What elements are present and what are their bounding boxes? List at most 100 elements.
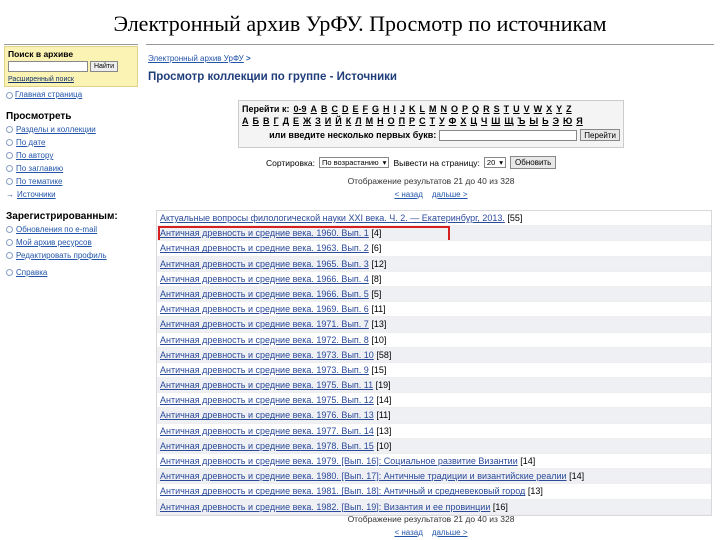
sidebar-item-browse[interactable]: По дате — [6, 138, 138, 147]
letter-link[interactable]: Э — [553, 115, 559, 127]
letter-link[interactable]: В — [263, 115, 270, 127]
letter-link[interactable]: K — [409, 103, 416, 115]
prev-link[interactable]: < назад — [394, 190, 422, 199]
letter-link[interactable]: H — [383, 103, 390, 115]
advanced-search-link[interactable]: Расширенный поиск — [8, 76, 134, 83]
result-link[interactable]: Античная древность и средние века. 1982.… — [160, 502, 490, 512]
letter-link[interactable]: Й — [335, 115, 341, 127]
letter-link[interactable]: W — [534, 103, 543, 115]
sidebar-item-help[interactable]: Справка — [6, 268, 138, 277]
letter-link[interactable]: М — [366, 115, 374, 127]
result-link[interactable]: Античная древность и средние века. 1966.… — [160, 289, 369, 299]
result-link[interactable]: Античная древность и средние века. 1977.… — [160, 426, 374, 436]
sidebar-item-browse[interactable]: По автору — [6, 151, 138, 160]
letter-link[interactable]: E — [352, 103, 358, 115]
letter-link[interactable]: Р — [409, 115, 415, 127]
home-link[interactable]: Главная страница — [15, 90, 82, 99]
letter-link[interactable]: Г — [273, 115, 278, 127]
letter-link[interactable]: C — [331, 103, 338, 115]
letter-link[interactable]: Z — [566, 103, 572, 115]
sort-select[interactable]: По возрастанию ▾ — [319, 157, 390, 168]
sidebar-item-home[interactable]: Главная страница — [4, 90, 138, 99]
sidebar-item-browse[interactable]: → Источники — [6, 190, 138, 199]
letter-link[interactable]: M — [429, 103, 437, 115]
result-link[interactable]: Античная древность и средние века. 1963.… — [160, 243, 369, 253]
letter-link[interactable]: Д — [283, 115, 289, 127]
letter-link[interactable]: Х — [460, 115, 466, 127]
letter-link[interactable]: L — [420, 103, 426, 115]
letter-link[interactable]: К — [346, 115, 352, 127]
result-link[interactable]: Античная древность и средние века. 1976.… — [160, 410, 374, 420]
result-link[interactable]: Актуальные вопросы филологической науки … — [160, 213, 505, 223]
result-link[interactable]: Античная древность и средние века. 1973.… — [160, 350, 374, 360]
result-link[interactable]: Античная древность и средние века. 1973.… — [160, 365, 369, 375]
letter-link[interactable]: Ж — [303, 115, 311, 127]
letter-link[interactable]: Ы — [529, 115, 538, 127]
breadcrumb-home[interactable]: Электронный архив УрФУ — [148, 54, 244, 63]
sidebar-item-label[interactable]: По дате — [16, 138, 45, 147]
result-link[interactable]: Античная древность и средние века. 1969.… — [160, 304, 369, 314]
letter-link[interactable]: I — [394, 103, 397, 115]
letter-link[interactable]: П — [399, 115, 405, 127]
result-link[interactable]: Античная древность и средние века. 1960.… — [160, 228, 369, 238]
help-link[interactable]: Справка — [16, 268, 47, 277]
sidebar-item-label[interactable]: По заглавию — [16, 164, 63, 173]
sidebar-item-label[interactable]: По автору — [16, 151, 53, 160]
letter-link[interactable]: J — [400, 103, 405, 115]
letter-link[interactable]: Ц — [470, 115, 477, 127]
letter-link[interactable]: Я — [576, 115, 582, 127]
result-link[interactable]: Античная древность и средние века. 1975.… — [160, 395, 374, 405]
sidebar-item-label[interactable]: Обновления по e-mail — [16, 225, 97, 234]
letter-link[interactable]: У — [439, 115, 445, 127]
update-button[interactable]: Обновить — [510, 156, 557, 169]
letter-link[interactable]: O — [451, 103, 458, 115]
result-link[interactable]: Античная древность и средние века. 1971.… — [160, 319, 369, 329]
result-link[interactable]: Античная древность и средние века. 1972.… — [160, 335, 369, 345]
letter-link[interactable]: С — [419, 115, 426, 127]
prefix-input[interactable] — [439, 129, 578, 141]
letter-link[interactable]: V — [524, 103, 530, 115]
letter-link[interactable]: Н — [377, 115, 384, 127]
letter-link[interactable]: А — [242, 115, 249, 127]
letter-link[interactable]: A — [310, 103, 317, 115]
letter-link[interactable]: T — [504, 103, 510, 115]
search-button[interactable]: Найти — [90, 61, 118, 72]
result-link[interactable]: Античная древность и средние века. 1978.… — [160, 441, 374, 451]
letter-link[interactable]: Щ — [504, 115, 513, 127]
result-link[interactable]: Античная древность и средние века. 1965.… — [160, 259, 369, 269]
next-link[interactable]: дальше > — [432, 528, 468, 537]
search-input[interactable] — [8, 61, 88, 72]
next-link[interactable]: дальше > — [432, 190, 468, 199]
letter-link[interactable]: F — [362, 103, 368, 115]
letter-link[interactable]: U — [513, 103, 520, 115]
letter-link[interactable]: И — [325, 115, 331, 127]
letter-link[interactable]: Ш — [491, 115, 500, 127]
letter-link[interactable]: N — [441, 103, 448, 115]
letter-link[interactable]: Е — [293, 115, 299, 127]
letter-link[interactable]: Ф — [449, 115, 457, 127]
sidebar-item-label[interactable]: Разделы и коллекции — [16, 125, 96, 134]
letter-link[interactable]: Y — [556, 103, 562, 115]
sidebar-item-label[interactable]: По тематике — [16, 177, 62, 186]
letter-link[interactable]: Ь — [542, 115, 548, 127]
letter-link[interactable]: 0-9 — [293, 103, 306, 115]
letter-link[interactable]: Ч — [481, 115, 487, 127]
letter-link[interactable]: R — [483, 103, 490, 115]
letter-link[interactable]: P — [462, 103, 468, 115]
result-link[interactable]: Античная древность и средние века. 1981.… — [160, 486, 525, 496]
letter-link[interactable]: S — [494, 103, 500, 115]
sidebar-item-registered[interactable]: Редактировать профиль — [6, 251, 138, 260]
letter-link[interactable]: Б — [253, 115, 259, 127]
sidebar-item-registered[interactable]: Обновления по e-mail — [6, 225, 138, 234]
sidebar-item-label[interactable]: Редактировать профиль — [16, 251, 107, 260]
result-link[interactable]: Античная древность и средние века. 1979.… — [160, 456, 518, 466]
letter-link[interactable]: З — [315, 115, 321, 127]
letter-link[interactable]: Q — [472, 103, 479, 115]
sidebar-item-browse[interactable]: По заглавию — [6, 164, 138, 173]
prev-link[interactable]: < назад — [394, 528, 422, 537]
letter-link[interactable]: Ю — [563, 115, 572, 127]
letter-link[interactable]: Л — [355, 115, 361, 127]
letter-link[interactable]: Ъ — [518, 115, 526, 127]
go-button[interactable]: Перейти — [580, 129, 620, 141]
result-link[interactable]: Античная древность и средние века. 1980.… — [160, 471, 567, 481]
